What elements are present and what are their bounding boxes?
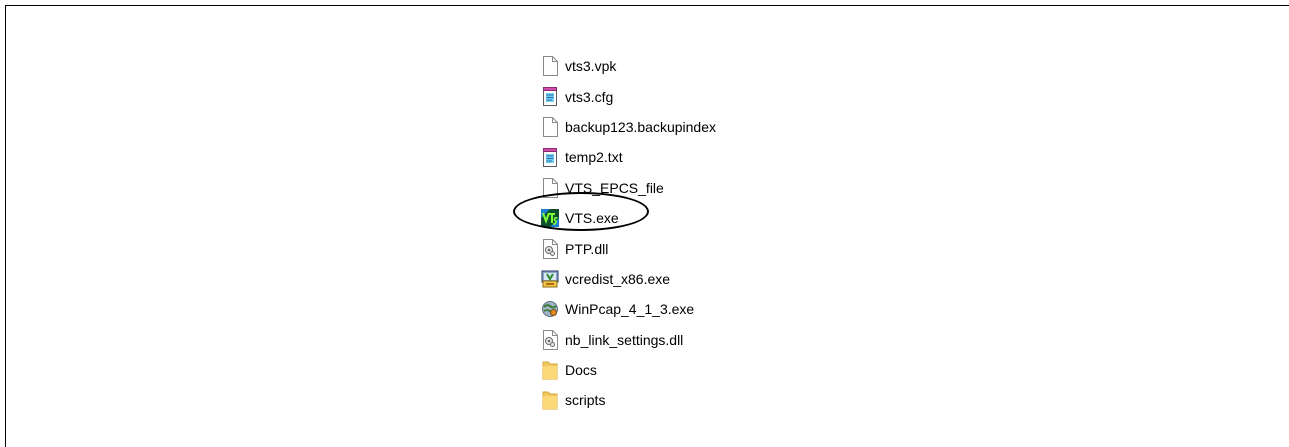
dll-file-icon — [541, 329, 559, 350]
file-item-vts-exe[interactable]: VTS.exe — [541, 203, 716, 233]
folder-name: scripts — [565, 392, 606, 409]
notepad-file-icon — [541, 147, 559, 167]
file-item-vts-epcs-file[interactable]: VTS_EPCS_file — [541, 173, 716, 203]
file-item-backup123-backupindex[interactable]: backup123.backupindex — [541, 112, 716, 142]
folder-item-docs[interactable]: Docs — [541, 355, 716, 385]
file-item-vts3-cfg[interactable]: vts3.cfg — [541, 81, 716, 111]
file-name: PTP.dll — [565, 240, 609, 257]
notepad-file-icon — [541, 87, 559, 107]
file-name: backup123.backupindex — [565, 118, 717, 135]
file-name: vcredist_x86.exe — [565, 270, 671, 287]
blank-file-icon — [541, 56, 559, 77]
file-item-vts3-vpk[interactable]: vts3.vpk — [541, 51, 716, 81]
file-name: VTS_EPCS_file — [565, 179, 664, 196]
folder-name: Docs — [565, 362, 597, 379]
blank-file-icon — [541, 116, 559, 137]
file-name: vts3.vpk — [565, 58, 617, 75]
file-name: VTS.exe — [565, 210, 619, 227]
winpcap-icon — [541, 299, 559, 319]
file-name: WinPcap_4_1_3.exe — [565, 301, 695, 318]
file-item-nb-link-settings-dll[interactable]: nb_link_settings.dll — [541, 325, 716, 355]
installer-icon — [541, 269, 559, 289]
dll-file-icon — [541, 238, 559, 259]
file-name: temp2.txt — [565, 149, 623, 166]
file-name: vts3.cfg — [565, 88, 614, 105]
file-item-temp2-txt[interactable]: temp2.txt — [541, 142, 716, 172]
folder-icon — [541, 390, 559, 410]
folder-item-scripts[interactable]: scripts — [541, 385, 716, 415]
blank-file-icon — [541, 177, 559, 198]
file-item-vcredist-x86-exe[interactable]: vcredist_x86.exe — [541, 264, 716, 294]
file-name: nb_link_settings.dll — [565, 331, 684, 348]
vts-app-icon — [541, 208, 559, 228]
folder-icon — [541, 360, 559, 380]
file-list: vts3.vpk vts3.cfg backup123.backupindex — [541, 51, 716, 416]
file-item-winpcap-exe[interactable]: WinPcap_4_1_3.exe — [541, 294, 716, 324]
file-item-ptp-dll[interactable]: PTP.dll — [541, 233, 716, 263]
